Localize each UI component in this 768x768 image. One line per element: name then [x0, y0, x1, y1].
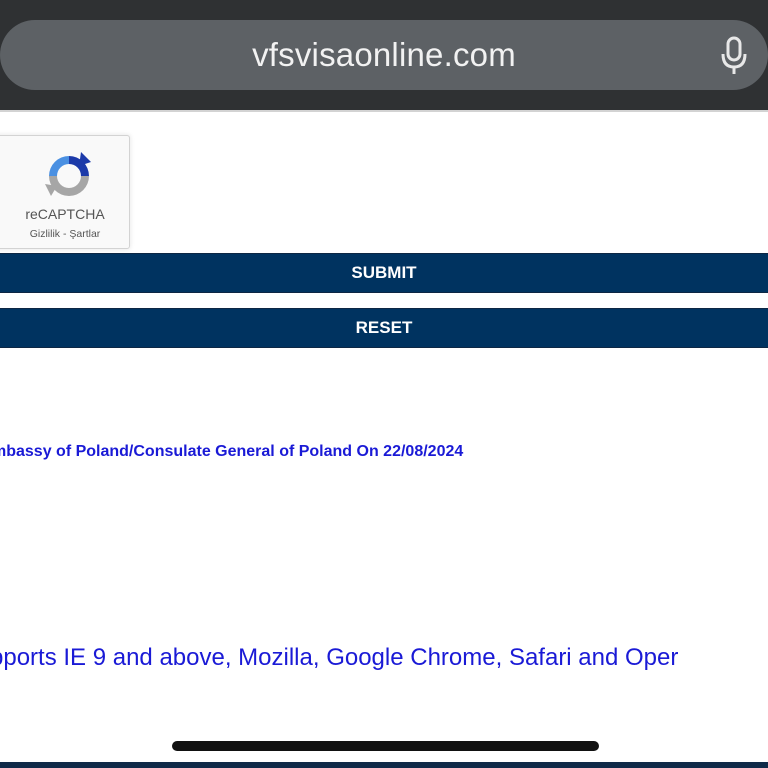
reset-button[interactable]: RESET [0, 308, 768, 348]
recaptcha-logo-icon [45, 152, 91, 196]
recaptcha-privacy-terms[interactable]: Gizlilik - Şartlar [0, 228, 135, 240]
home-indicator[interactable] [172, 741, 599, 751]
top-divider [0, 110, 768, 112]
submit-button[interactable]: SUBMIT [0, 253, 768, 293]
browser-support-text: pports IE 9 and above, Mozilla, Google C… [0, 644, 679, 671]
embassy-notice-text: mbassy of Poland/Consulate General of Po… [0, 443, 464, 460]
recaptcha-widget[interactable]: reCAPTCHA Gizlilik - Şartlar [0, 135, 130, 249]
address-bar[interactable]: vfsvisaonline.com [0, 20, 768, 90]
bottom-strip [0, 762, 768, 768]
url-text[interactable]: vfsvisaonline.com [252, 36, 516, 74]
recaptcha-title: reCAPTCHA [25, 206, 105, 222]
microphone-icon[interactable] [720, 36, 748, 76]
